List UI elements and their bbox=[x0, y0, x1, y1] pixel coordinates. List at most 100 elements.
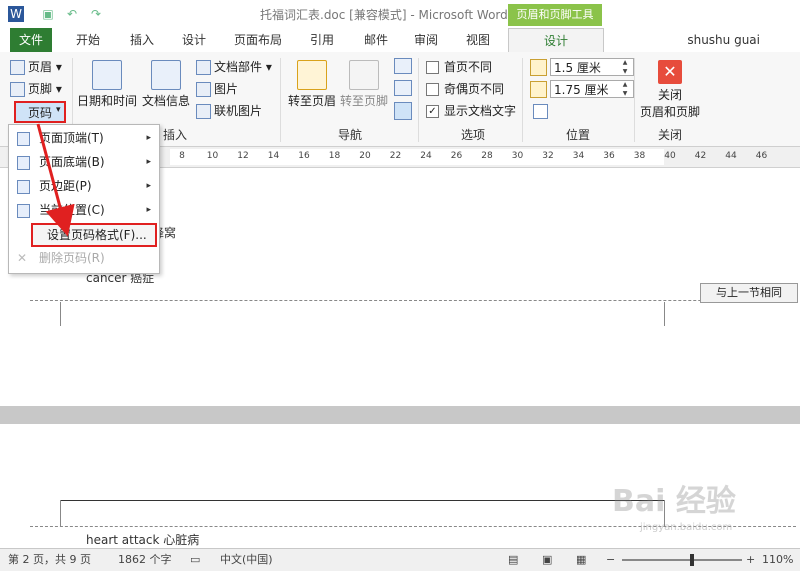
close-icon: ✕ bbox=[658, 60, 682, 84]
page-count[interactable]: 第 2 页，共 9 页 bbox=[8, 549, 91, 571]
submenu-arrow-icon: ▸ bbox=[146, 181, 151, 191]
tab-page-layout[interactable]: 页面布局 bbox=[228, 28, 288, 52]
user-name[interactable]: shushu guai bbox=[687, 28, 760, 52]
odd-even-different-checkbox[interactable]: 奇偶页不同 bbox=[426, 80, 504, 98]
menu-item-label: 页边距(P) bbox=[39, 179, 92, 193]
footer-button[interactable]: 页脚 ▾ bbox=[8, 80, 62, 98]
margin-mark bbox=[664, 302, 665, 326]
tab-mailings[interactable]: 邮件 bbox=[356, 28, 396, 52]
datetime-label: 日期和时间 bbox=[76, 94, 137, 108]
docinfo-label: 文档信息 bbox=[141, 94, 190, 108]
tab-file[interactable]: 文件 bbox=[10, 28, 52, 52]
read-mode-icon[interactable]: ▤ bbox=[508, 549, 518, 571]
close-label-line2: 页眉和页脚 bbox=[639, 105, 700, 119]
ruler-tick-label: 28 bbox=[481, 151, 493, 161]
online-picture-button[interactable]: 联机图片 bbox=[194, 102, 262, 120]
first-page-different-checkbox[interactable]: 首页不同 bbox=[426, 58, 492, 76]
menu-item-bottom-of-page[interactable]: 页面底端(B) ▸ bbox=[9, 151, 159, 173]
goto-footer-button[interactable]: 转至页脚 bbox=[338, 60, 390, 109]
header-boundary-line bbox=[30, 300, 796, 301]
tab-home[interactable]: 开始 bbox=[68, 28, 108, 52]
close-header-footer-button[interactable]: ✕ 关闭 页眉和页脚 bbox=[638, 60, 702, 120]
quickparts-label: 文档部件 bbox=[214, 60, 263, 74]
menu-item-remove-page-numbers[interactable]: ✕ 删除页码(R) bbox=[9, 247, 159, 269]
web-layout-icon[interactable]: ▦ bbox=[576, 549, 586, 571]
picture-label: 图片 bbox=[214, 82, 239, 96]
redo-icon[interactable]: ↷ bbox=[88, 6, 104, 22]
footer-position-value: 1.75 厘米 bbox=[554, 83, 609, 97]
language[interactable]: 中文(中国) bbox=[220, 549, 273, 571]
page-gap bbox=[0, 406, 800, 424]
next-section-icon[interactable] bbox=[394, 80, 412, 96]
zoom-level[interactable]: 110% bbox=[762, 549, 793, 571]
footer-rule bbox=[60, 500, 664, 501]
spinner-arrows-icon[interactable]: ▲ ▼ bbox=[620, 80, 630, 98]
page-bottom-icon bbox=[17, 156, 30, 170]
show-document-text-label: 显示文档文字 bbox=[444, 104, 517, 118]
docinfo-button[interactable]: 文档信息 bbox=[140, 60, 192, 109]
submenu-arrow-icon: ▸ bbox=[146, 157, 151, 167]
header-button[interactable]: 页眉 ▾ bbox=[8, 58, 62, 76]
ruler-tick-label: 36 bbox=[603, 151, 615, 161]
menu-item-page-margins[interactable]: 页边距(P) ▸ bbox=[9, 175, 159, 197]
spinner-arrows-icon[interactable]: ▲ ▼ bbox=[620, 58, 630, 76]
ruler-tick-label: 32 bbox=[542, 151, 554, 161]
zoom-slider[interactable] bbox=[622, 559, 742, 561]
ruler-tick-label: 38 bbox=[633, 151, 646, 161]
page-number-label: 页码 bbox=[28, 106, 53, 120]
ruler-tick-label: 42 bbox=[694, 151, 707, 161]
tab-view[interactable]: 视图 bbox=[456, 28, 500, 52]
footer-position-spinner[interactable]: 1.75 厘米 ▲ ▼ bbox=[530, 80, 634, 98]
navigation-group-label: 导航 bbox=[337, 128, 362, 142]
header-icon bbox=[10, 60, 25, 75]
menu-item-format-page-numbers[interactable]: 设置页码格式(F)... bbox=[31, 223, 157, 247]
window-title: 托福词汇表.doc [兼容模式] - Microsoft Word bbox=[260, 8, 508, 22]
tab-insert[interactable]: 插入 bbox=[122, 28, 162, 52]
ruler-tick-label: 24 bbox=[420, 151, 432, 161]
insert-alignment-tab-icon[interactable] bbox=[533, 104, 548, 119]
zoom-slider-thumb[interactable] bbox=[690, 554, 694, 566]
picture-icon bbox=[196, 82, 211, 97]
print-layout-icon[interactable]: ▣ bbox=[542, 549, 552, 571]
proofing-icon[interactable]: ▭ bbox=[190, 549, 200, 571]
word-count[interactable]: 1862 个字 bbox=[118, 549, 172, 571]
page-number-button[interactable]: 页码 ▾ bbox=[14, 101, 66, 123]
header-position-spinner[interactable]: 1.5 厘米 ▲ ▼ bbox=[530, 58, 634, 76]
menu-item-label: 设置页码格式(F)... bbox=[47, 228, 147, 242]
page-margin-icon bbox=[17, 180, 30, 194]
tab-review[interactable]: 审阅 bbox=[406, 28, 446, 52]
footer-label: 页脚 bbox=[28, 82, 53, 96]
word-app-icon[interactable]: W bbox=[8, 6, 24, 22]
menu-item-label: 页面底端(B) bbox=[39, 155, 105, 169]
quickparts-button[interactable]: 文档部件 ▾ bbox=[194, 58, 272, 76]
header-position-icon bbox=[530, 59, 547, 76]
tab-header-footer-design[interactable]: 设计 bbox=[508, 28, 604, 54]
close-label-line1: 关闭 bbox=[657, 88, 682, 102]
link-to-previous-icon[interactable] bbox=[394, 102, 412, 120]
same-as-previous-tag: 与上一节相同 bbox=[700, 283, 798, 303]
picture-button[interactable]: 图片 bbox=[194, 80, 238, 98]
save-icon[interactable]: ▣ bbox=[40, 6, 56, 22]
group-separator bbox=[634, 58, 635, 142]
tab-design-doc[interactable]: 设计 bbox=[174, 28, 214, 52]
tab-references[interactable]: 引用 bbox=[302, 28, 342, 52]
menu-item-top-of-page[interactable]: 页面顶端(T) ▸ bbox=[9, 127, 159, 149]
ruler-tick-label: 10 bbox=[206, 151, 219, 161]
menu-item-current-position[interactable]: 当前位置(C) ▸ bbox=[9, 199, 159, 221]
header-position-value: 1.5 厘米 bbox=[554, 61, 601, 75]
zoom-out-icon[interactable]: − bbox=[606, 549, 615, 571]
ruler-tick-label: 14 bbox=[267, 151, 280, 161]
zoom-in-icon[interactable]: + bbox=[746, 549, 755, 571]
menu-item-label: 删除页码(R) bbox=[39, 251, 105, 265]
ruler-tick-label: 44 bbox=[725, 151, 737, 161]
goto-footer-icon bbox=[349, 60, 379, 90]
ruler-tick-label: 22 bbox=[389, 151, 402, 161]
calendar-icon bbox=[92, 60, 122, 90]
page-top-icon bbox=[17, 132, 30, 146]
undo-icon[interactable]: ↶ bbox=[64, 6, 80, 22]
show-document-text-checkbox[interactable]: ✓ 显示文档文字 bbox=[426, 102, 516, 120]
ruler-tick-label: 20 bbox=[359, 151, 371, 161]
goto-header-button[interactable]: 转至页眉 bbox=[286, 60, 338, 109]
previous-section-icon[interactable] bbox=[394, 58, 412, 74]
datetime-button[interactable]: 日期和时间 bbox=[76, 60, 138, 109]
